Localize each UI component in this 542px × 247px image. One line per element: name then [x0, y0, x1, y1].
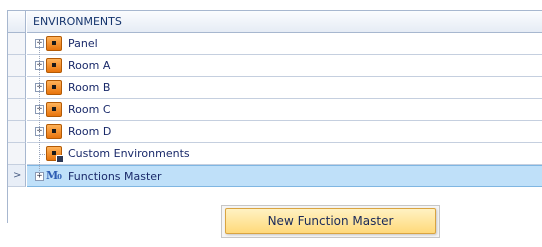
- tree-node-label[interactable]: Functions Master: [68, 166, 162, 187]
- tree-header-row: ENVIRONMENTS: [8, 11, 542, 33]
- tree-node-label[interactable]: Room C: [68, 99, 111, 120]
- row-selector[interactable]: [8, 121, 26, 143]
- row-selector[interactable]: [8, 99, 26, 121]
- row-selector[interactable]: [8, 33, 26, 55]
- room-icon: [46, 102, 62, 117]
- tree-cell[interactable]: + Panel: [27, 33, 542, 55]
- room-icon: [46, 124, 62, 139]
- tree-cell[interactable]: + Room C: [27, 99, 542, 121]
- context-menu-item-label: New Function Master: [267, 214, 394, 228]
- tree-node-label[interactable]: Room B: [68, 77, 110, 98]
- row-selector[interactable]: [8, 55, 26, 77]
- room-icon: [46, 36, 62, 51]
- room-icon: [46, 80, 62, 95]
- tree-cell[interactable]: + M₀ Functions Master: [27, 165, 542, 187]
- tree-row-room-b[interactable]: + Room B: [8, 77, 542, 99]
- row-selector[interactable]: [8, 77, 26, 99]
- functions-master-icon: M₀: [46, 168, 62, 183]
- tree-cell[interactable]: + Room D: [27, 121, 542, 143]
- tree-node-label[interactable]: Room A: [68, 55, 110, 76]
- custom-environment-icon: [46, 146, 64, 163]
- tree-cell[interactable]: + Room B: [27, 77, 542, 99]
- tree-connector-vertical: [39, 41, 40, 175]
- environments-tree-grid: ENVIRONMENTS + Panel + Room A + Room B +: [7, 10, 542, 223]
- tree-row-room-d[interactable]: + Room D: [8, 121, 542, 143]
- tree-row-custom-environments[interactable]: Custom Environments: [8, 143, 542, 165]
- room-icon: [46, 58, 62, 73]
- current-row-arrow-icon: >: [13, 170, 22, 181]
- tree-node-label[interactable]: Panel: [68, 33, 98, 54]
- tree-row-room-c[interactable]: + Room C: [8, 99, 542, 121]
- tree-node-label[interactable]: Custom Environments: [68, 143, 190, 164]
- tree-row-panel[interactable]: + Panel: [8, 33, 542, 55]
- tree-row-room-a[interactable]: + Room A: [8, 55, 542, 77]
- tree-row-functions-master[interactable]: > + M₀ Functions Master: [8, 165, 542, 187]
- row-selector[interactable]: [8, 143, 26, 165]
- header-row-selector: [8, 11, 26, 33]
- tree-cell[interactable]: Custom Environments: [27, 143, 542, 165]
- row-selector[interactable]: >: [8, 165, 26, 187]
- functions-master-glyph: M₀: [46, 169, 62, 182]
- tree-node-label[interactable]: Room D: [68, 121, 111, 142]
- context-menu-item-new-function-master[interactable]: New Function Master: [225, 208, 436, 234]
- tree-cell[interactable]: + Room A: [27, 55, 542, 77]
- column-header-environments[interactable]: ENVIRONMENTS: [27, 11, 542, 33]
